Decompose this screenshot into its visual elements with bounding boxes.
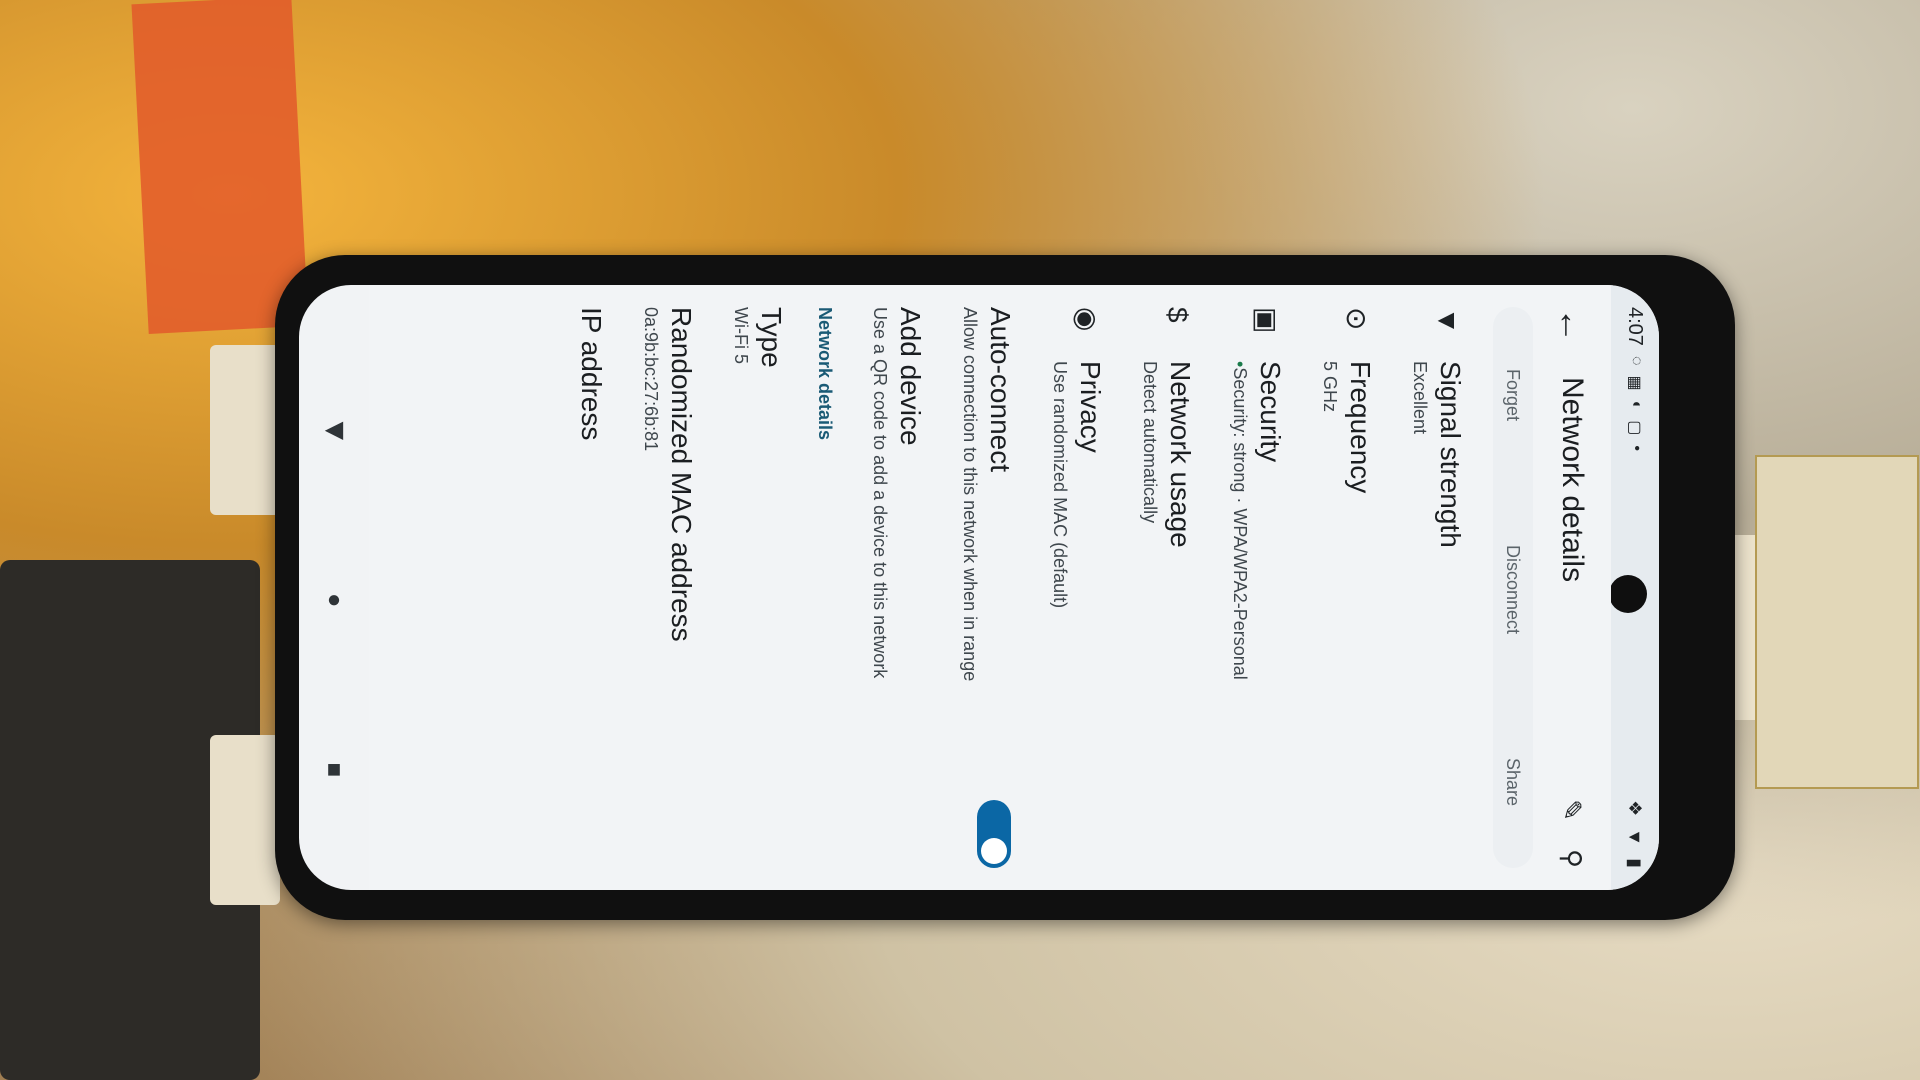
more-notifications-icon: • [1628, 445, 1645, 451]
list-item-auto-connect[interactable]: Auto-connect Allow connection to this ne… [943, 307, 1033, 868]
wifi-icon: ▼ [1625, 828, 1646, 847]
item-title: IP address [576, 307, 607, 441]
system-status-icons: ❖ ▼ ▮ [1625, 800, 1646, 868]
phone-device: ◀ ● ■ 4:07 ◌ ▦ ◐ ▢ • ❖ ▼ ▮ ← Network det… [275, 255, 1735, 920]
item-title: Randomized MAC address [666, 307, 697, 642]
action-buttons: Forget Disconnect Share [1493, 307, 1533, 868]
item-subtitle: Excellent [1410, 361, 1430, 435]
auto-connect-toggle[interactable] [977, 800, 1017, 868]
network-settings-list: ▼ Signal strength Excellent ⊙ Frequency … [853, 285, 1493, 890]
phone-mount-clamp [210, 345, 280, 515]
nav-recents-icon[interactable]: ■ [327, 758, 342, 782]
item-subtitle: Detect automatically [1140, 361, 1160, 524]
lock-icon: ▣ [1251, 307, 1282, 334]
item-title: Type [756, 307, 787, 368]
network-details-list: Type Wi-Fi 5 Randomized MAC address 0a:9… [558, 285, 804, 890]
settings-content: ← Network details ✎ ⚲ Forget Disconnect … [369, 285, 1611, 890]
background-orange-sign [131, 0, 309, 334]
notification-icon: ▦ [1626, 375, 1643, 391]
navigation-bar: ◀ ● ■ [299, 285, 369, 890]
item-subtitle: Allow connection to this network when in… [960, 307, 980, 682]
status-time: 4:07 [1624, 307, 1647, 346]
nav-home-icon[interactable]: ● [327, 588, 342, 612]
item-title: Privacy [1075, 361, 1106, 453]
item-title: Add device [895, 307, 926, 446]
item-subtitle: Use a QR code to add a device to this ne… [870, 307, 890, 679]
item-title: Auto-connect [985, 307, 1016, 472]
nav-back-icon[interactable]: ◀ [325, 418, 343, 442]
toggle-track [977, 800, 1011, 868]
privacy-icon: ◉ [1071, 307, 1102, 332]
dollar-icon: $ [1162, 307, 1193, 323]
detail-item-type: Type Wi-Fi 5 [714, 307, 804, 868]
section-header-network-details: Network details [815, 307, 835, 441]
disconnect-button[interactable]: Disconnect [1503, 545, 1524, 634]
item-subtitle: Wi-Fi 5 [731, 307, 751, 364]
edit-icon[interactable]: ✎ [1557, 799, 1588, 821]
screen: 4:07 ◌ ▦ ◐ ▢ • ❖ ▼ ▮ ← Network details ✎… [369, 285, 1659, 890]
list-item-security: ▣ Security Security: strong · WPA/WPA2-P… [1213, 307, 1303, 868]
top-actions: ✎ ⚲ [1557, 799, 1588, 868]
radio-tower-icon: ⊙ [1341, 307, 1372, 331]
search-icon[interactable]: ⚲ [1557, 849, 1588, 868]
detail-item-ip-address: IP address [558, 307, 624, 868]
front-camera [1609, 575, 1647, 613]
back-arrow-icon[interactable]: ← [1551, 307, 1593, 343]
battery-icon: ▮ [1625, 858, 1646, 868]
top-app-bar: ← Network details ✎ ⚲ [1533, 285, 1611, 890]
notification-icon: ▢ [1626, 420, 1643, 436]
page-title: Network details [1556, 377, 1589, 583]
item-title: Network usage [1165, 361, 1196, 548]
list-item-signal-strength: ▼ Signal strength Excellent [1393, 307, 1483, 868]
item-subtitle: 5 GHz [1320, 361, 1340, 413]
item-subtitle: Use randomized MAC (default) [1050, 361, 1070, 609]
toggle-knob [981, 838, 1007, 864]
list-item-add-device[interactable]: Add device Use a QR code to add a device… [853, 307, 943, 868]
forget-button[interactable]: Forget [1503, 369, 1524, 421]
list-item-frequency: ⊙ Frequency 5 GHz [1303, 307, 1393, 868]
item-subtitle: Security: strong · WPA/WPA2-Personal [1229, 361, 1251, 868]
item-subtitle: 0a:9b:bc:27:6b:81 [641, 307, 661, 452]
detail-item-mac-address: Randomized MAC address 0a:9b:bc:27:6b:81 [624, 307, 714, 868]
vibrate-icon: ❖ [1625, 800, 1646, 817]
sync-icon: ◐ [1628, 400, 1645, 411]
notification-icons: ◌ ▦ ◐ ▢ • [1625, 356, 1645, 451]
list-item-privacy[interactable]: ◉ Privacy Use randomized MAC (default) [1033, 307, 1123, 868]
sync-icon: ◌ [1628, 355, 1645, 366]
item-title: Security [1255, 361, 1286, 463]
wifi-signal-icon: ▼ [1432, 307, 1463, 335]
share-button[interactable]: Share [1503, 758, 1524, 806]
item-title: Frequency [1345, 361, 1376, 494]
warning-label [1755, 455, 1919, 789]
phone-mount-clamp [210, 735, 280, 905]
item-title: Signal strength [1435, 361, 1466, 548]
list-item-network-usage[interactable]: $ Network usage Detect automatically [1123, 307, 1213, 868]
